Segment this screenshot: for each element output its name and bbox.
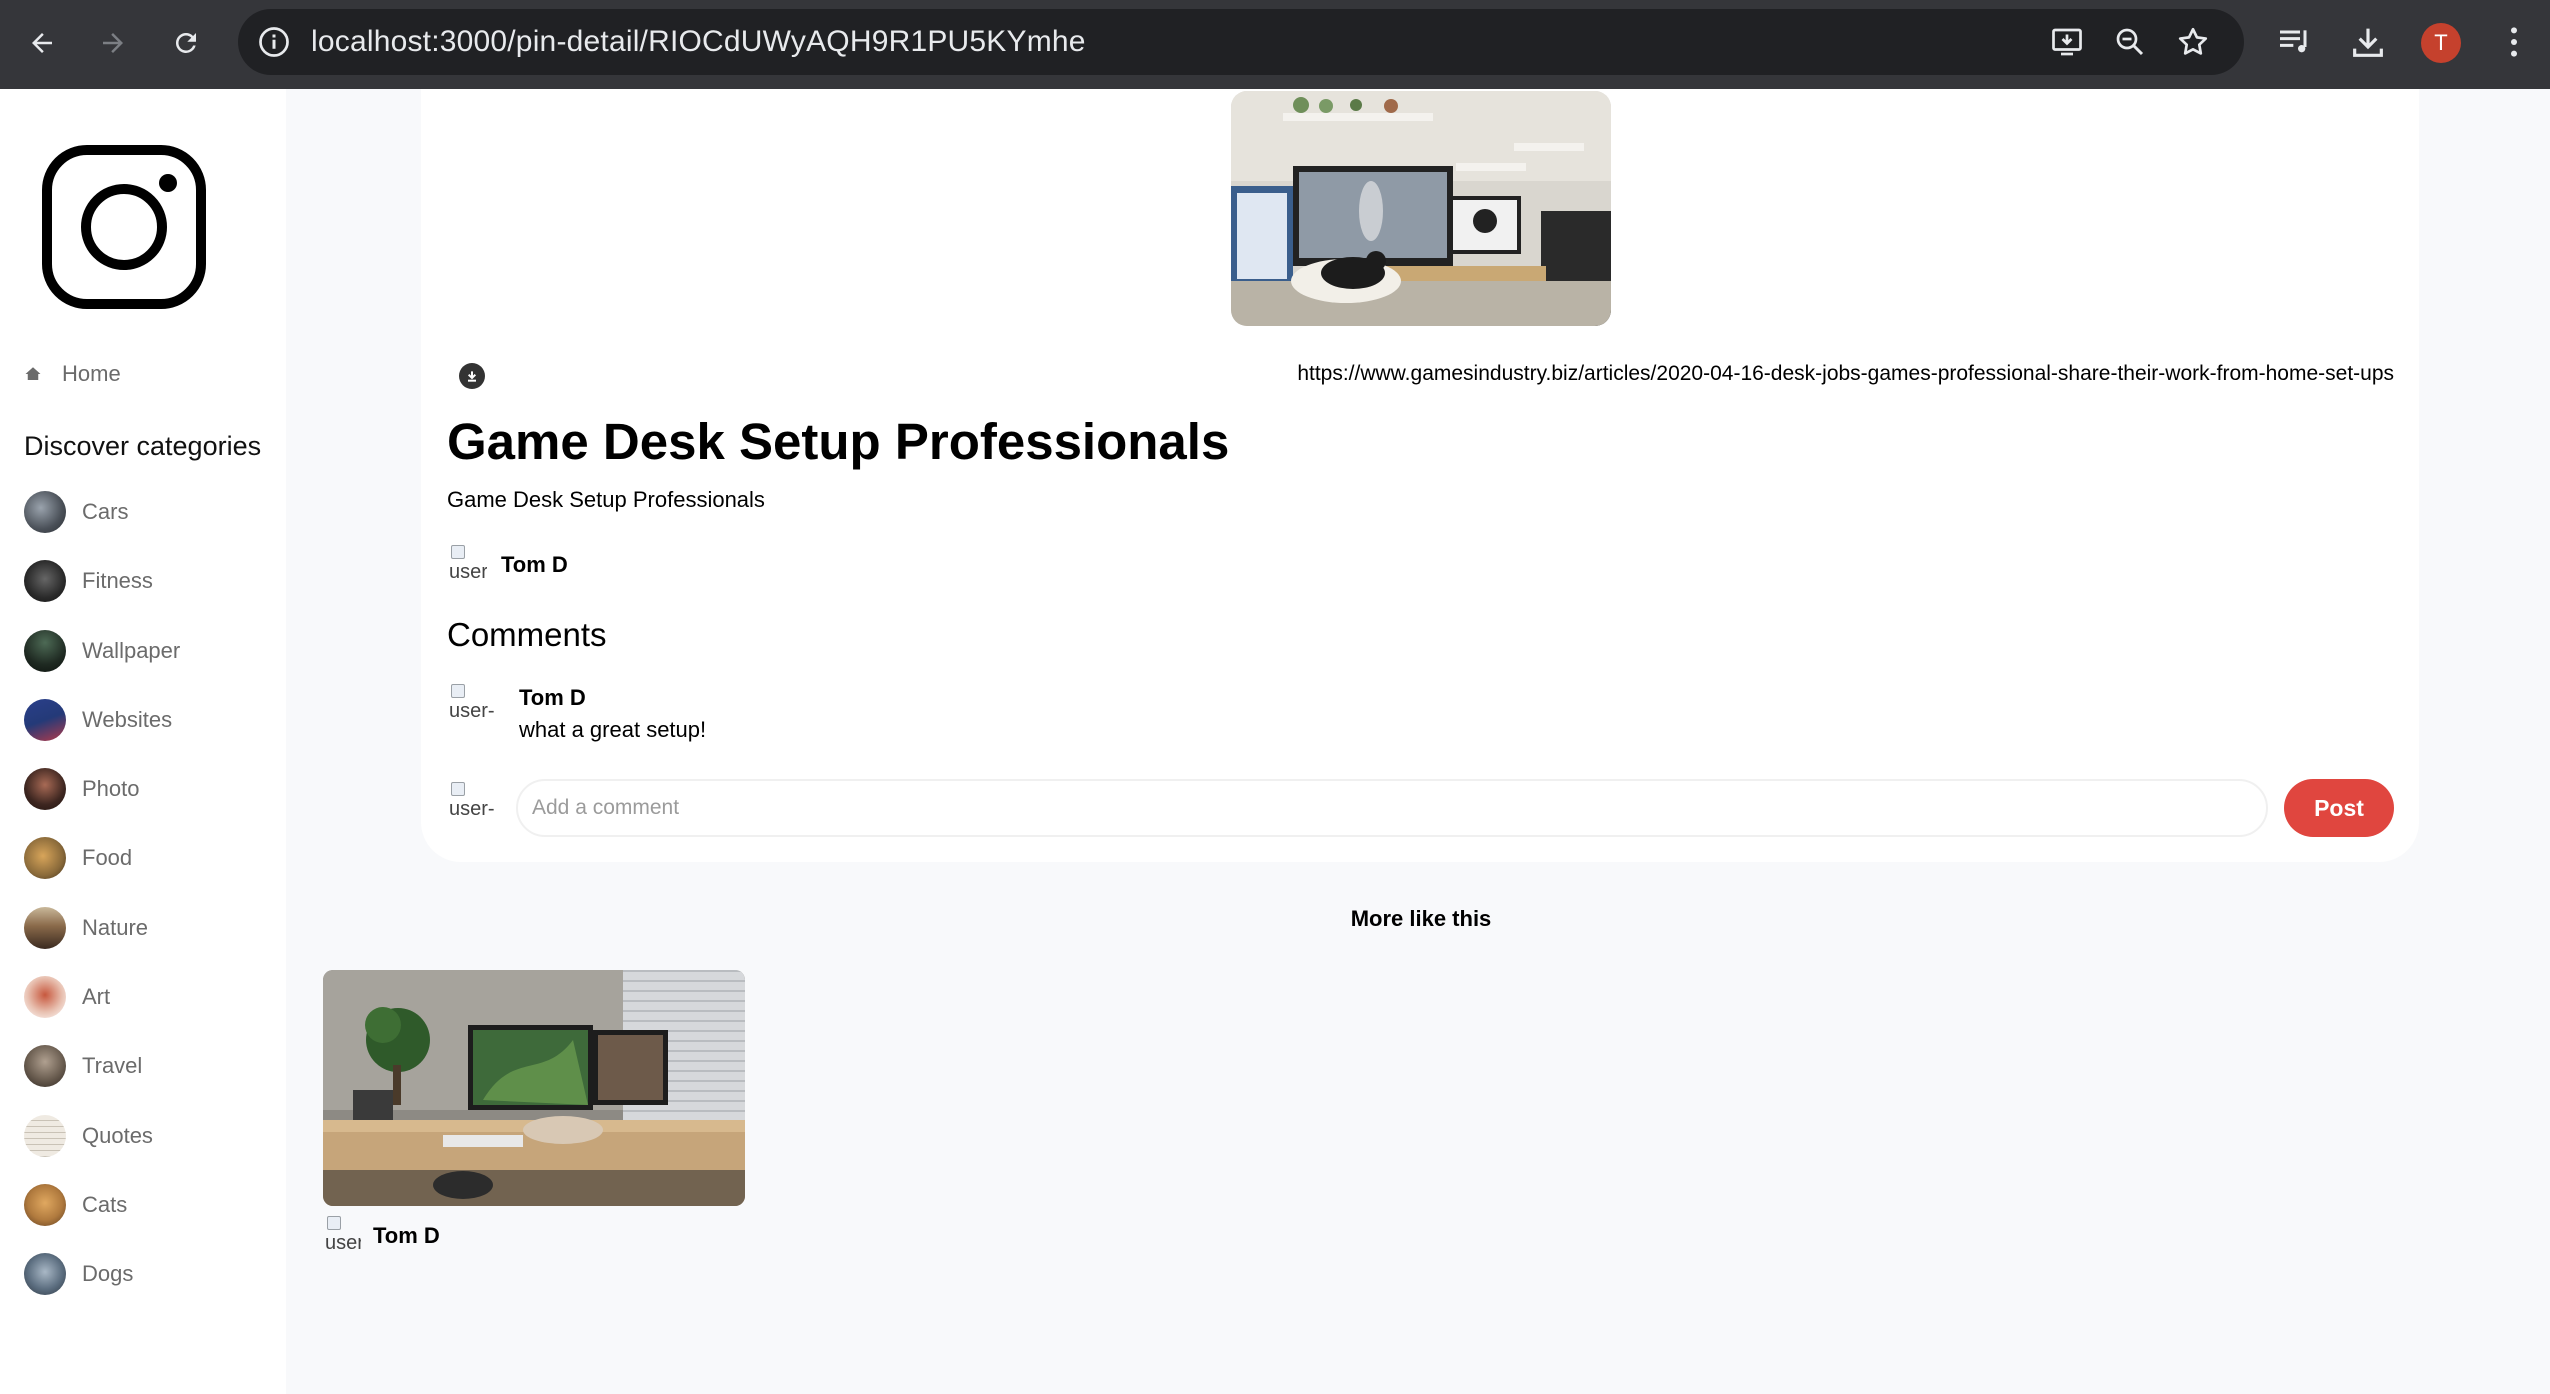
category-label: Food: [82, 845, 133, 871]
downloads-icon[interactable]: [2348, 22, 2388, 62]
comment-item: user- Tom D what a great setup!: [447, 682, 706, 746]
forward-icon[interactable]: [91, 21, 135, 65]
home-icon: [25, 367, 41, 380]
category-label: Cars: [82, 499, 129, 524]
avatar: user-: [447, 782, 499, 834]
category-thumbnail: [24, 1114, 66, 1157]
category-thumbnail: [24, 698, 66, 741]
category-label: Art: [82, 984, 111, 1010]
category-label: Cats: [82, 1191, 128, 1217]
broken-image-icon: [451, 545, 465, 559]
more-like-this-heading: More like this: [1350, 906, 1492, 931]
sidebar-item-label: Home: [62, 361, 121, 386]
related-pin-user[interactable]: user Tom D: [323, 1216, 440, 1256]
category-thumbnail: [24, 837, 66, 880]
category-label: Travel: [82, 1053, 143, 1079]
sidebar-item-fitness[interactable]: Fitness: [24, 560, 180, 603]
sidebar-item-cats[interactable]: Cats: [24, 1183, 180, 1226]
media-queue-icon[interactable]: [2275, 22, 2315, 62]
sidebar-item-dogs[interactable]: Dogs: [24, 1253, 180, 1296]
browser-toolbar: localhost:3000/pin-detail/RIOCdUWyAQH9R1…: [0, 0, 2550, 89]
pin-image[interactable]: [1231, 91, 1611, 326]
comment-body: Tom D what a great setup!: [519, 682, 706, 746]
discover-categories-title: Discover categories: [24, 431, 262, 461]
reload-icon[interactable]: [164, 21, 208, 65]
sidebar: Home Discover categories Cars Fitness Wa…: [0, 89, 286, 1394]
sidebar-item-art[interactable]: Art: [24, 976, 180, 1019]
category-thumbnail: [24, 491, 66, 533]
menu-kebab-icon[interactable]: [2494, 22, 2534, 62]
bookmark-star-icon[interactable]: [2175, 24, 2211, 60]
back-icon[interactable]: [20, 21, 64, 65]
comment-author: Tom D: [519, 685, 586, 710]
category-thumbnail: [24, 560, 66, 603]
pin-title: Game Desk Setup Professionals: [447, 413, 1230, 470]
broken-image-icon: [451, 684, 465, 698]
related-pin-user-name: Tom D: [373, 1223, 440, 1248]
category-label: Fitness: [82, 568, 153, 594]
url-text[interactable]: localhost:3000/pin-detail/RIOCdUWyAQH9R1…: [311, 9, 1086, 75]
sidebar-item-wallpaper[interactable]: Wallpaper: [24, 629, 181, 672]
category-label: Websites: [82, 706, 173, 732]
sidebar-item-websites[interactable]: Websites: [24, 698, 180, 741]
posted-by[interactable]: user- Tom D: [447, 545, 568, 585]
category-thumbnail: [24, 1253, 66, 1296]
avatar: user-: [447, 684, 495, 732]
comments-heading: Comments: [447, 616, 607, 653]
avatar-alt-text: user-: [449, 700, 495, 722]
zoom-icon[interactable]: [2112, 24, 2148, 60]
sidebar-item-home[interactable]: Home: [24, 361, 121, 387]
category-thumbnail: [24, 976, 66, 1019]
sidebar-item-photo[interactable]: Photo: [24, 768, 180, 811]
category-label: Dogs: [82, 1261, 134, 1287]
add-comment-row: user- Post: [447, 779, 2394, 837]
install-app-icon[interactable]: [2049, 24, 2085, 60]
avatar-alt-text: user: [325, 1232, 361, 1254]
category-label: Quotes: [82, 1122, 153, 1148]
comment-text: what a great setup!: [519, 717, 707, 742]
category-thumbnail: [24, 1183, 66, 1226]
avatar[interactable]: user: [323, 1216, 361, 1256]
sidebar-item-quotes[interactable]: Quotes: [24, 1114, 180, 1157]
category-thumbnail: [24, 768, 66, 811]
instagram-logo-icon[interactable]: [42, 145, 206, 309]
poster-name: Tom D: [501, 552, 568, 577]
category-thumbnail: [24, 1045, 66, 1088]
broken-image-icon: [451, 782, 465, 796]
pin-about: Game Desk Setup Professionals: [447, 487, 765, 512]
avatar-alt-text: user-: [449, 798, 495, 820]
category-thumbnail: [24, 629, 66, 672]
related-pin-image[interactable]: [323, 970, 745, 1206]
site-info-icon[interactable]: [256, 24, 292, 60]
destination-link[interactable]: https://www.gamesindustry.biz/articles/2…: [1297, 362, 2394, 386]
sidebar-item-travel[interactable]: Travel: [24, 1045, 180, 1088]
category-label: Wallpaper: [82, 637, 181, 663]
broken-image-icon: [327, 1216, 341, 1230]
comment-input[interactable]: [516, 779, 2268, 837]
sidebar-item-food[interactable]: Food: [24, 837, 180, 880]
sidebar-item-cars[interactable]: Cars: [24, 491, 180, 533]
profile-avatar[interactable]: T: [2421, 23, 2461, 63]
category-label: Photo: [82, 776, 140, 802]
post-button[interactable]: Post: [2284, 779, 2394, 837]
avatar[interactable]: user-: [447, 545, 487, 585]
avatar-alt-text: user-: [449, 561, 487, 583]
address-bar[interactable]: localhost:3000/pin-detail/RIOCdUWyAQH9R1…: [238, 9, 2244, 75]
download-icon[interactable]: [459, 363, 485, 389]
